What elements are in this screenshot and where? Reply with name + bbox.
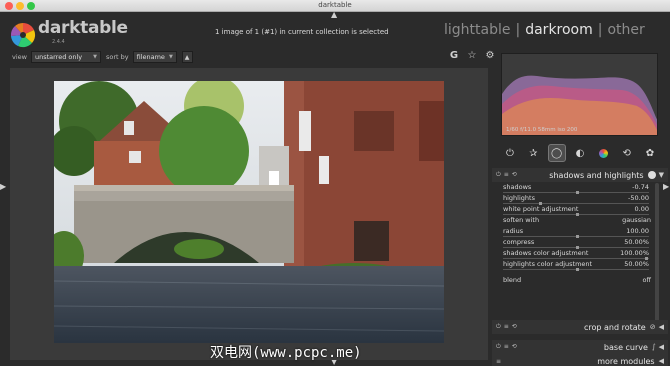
params-scrollbar[interactable] bbox=[655, 183, 659, 333]
param-shadows[interactable]: shadows -0.74 bbox=[501, 183, 651, 194]
curve-icon[interactable]: ∫ bbox=[652, 343, 656, 351]
sort-select[interactable]: filename ▼ bbox=[132, 51, 177, 63]
module-group-tabs: ⏻ ✰ ◯ ◐ ⟲ ✿ bbox=[497, 143, 663, 163]
window-title: darktable bbox=[318, 1, 352, 9]
image-view bbox=[10, 68, 488, 360]
view-other[interactable]: other bbox=[607, 22, 644, 38]
crop-icon[interactable]: ⊘ bbox=[650, 323, 656, 331]
darktable-logo-icon bbox=[10, 22, 36, 48]
more-modules-label: more modules bbox=[597, 356, 655, 366]
arrow-up-icon: ▲ bbox=[184, 53, 190, 61]
param-highlights[interactable]: highlights -50.00 bbox=[501, 194, 651, 205]
sort-value: filename bbox=[136, 53, 165, 61]
blend-mask-icon[interactable] bbox=[647, 171, 656, 179]
param-soften-with[interactable]: soften with gaussian bbox=[501, 216, 651, 227]
module-controls: ⏻ ≡ ⟲ bbox=[496, 343, 517, 351]
top-icons: G ☆ ⚙ bbox=[448, 50, 496, 61]
expand-left-panel-icon[interactable]: ▶ bbox=[0, 182, 6, 191]
view-filter-label: view bbox=[12, 53, 27, 61]
power-icon[interactable]: ⏻ bbox=[496, 171, 501, 179]
watermark-text: 双电网(www.pcpc.me) bbox=[210, 345, 362, 361]
presets-icon[interactable]: ≡ bbox=[504, 323, 509, 331]
edited-photo[interactable] bbox=[54, 81, 444, 343]
sort-direction-button[interactable]: ▲ bbox=[181, 51, 193, 63]
chevron-down-icon: ▼ bbox=[168, 54, 173, 60]
collection-info: 1 image of 1 (#1) in current collection … bbox=[215, 28, 389, 36]
right-panel: 1/60 f/11.0 58mm iso 200 ⏻ ✰ ◯ ◐ ⟲ ✿ ⏻ ≡… bbox=[492, 53, 668, 366]
app-name: darktable bbox=[38, 18, 128, 38]
param-compress[interactable]: compress 50.00% bbox=[501, 238, 651, 249]
chevron-left-icon[interactable]: ◀ bbox=[659, 343, 664, 351]
module-right-controls: ∫ ◀ bbox=[652, 343, 668, 351]
param-blend[interactable]: blend off bbox=[501, 276, 651, 287]
module-right-controls: ▼ bbox=[647, 171, 668, 179]
chevron-down-icon[interactable]: ▼ bbox=[659, 171, 664, 179]
histogram-plot bbox=[502, 75, 657, 135]
chevron-left-icon[interactable]: ◀ bbox=[659, 357, 664, 365]
slider-marker[interactable] bbox=[576, 268, 579, 271]
chevron-down-icon: ▼ bbox=[93, 54, 97, 60]
param-highlights-color[interactable]: highlights color adjustment 50.00% bbox=[501, 260, 651, 271]
sort-label: sort by bbox=[105, 53, 129, 61]
collapse-top-panel-icon[interactable]: ▲ bbox=[331, 10, 337, 19]
module-title: crop and rotate bbox=[584, 322, 646, 332]
view-lighttable[interactable]: lighttable bbox=[444, 22, 511, 38]
exif-info: 1/60 f/11.0 58mm iso 200 bbox=[506, 127, 578, 133]
star-icon[interactable]: ✰ bbox=[524, 144, 542, 162]
correct-icon[interactable]: ⟲ bbox=[618, 144, 636, 162]
view-filter-value: unstarred only bbox=[34, 53, 83, 61]
star-icon[interactable]: ☆ bbox=[466, 50, 478, 61]
power-icon[interactable]: ⏻ bbox=[501, 144, 519, 162]
more-modules-row[interactable]: ≡ more modules ◀ bbox=[492, 354, 668, 366]
module-header-base-curve[interactable]: ⏻ ≡ ⟲ base curve ∫ ◀ bbox=[492, 340, 668, 354]
param-radius[interactable]: radius 100.00 bbox=[501, 227, 651, 238]
module-right-controls: ⊘ ◀ bbox=[650, 323, 668, 331]
module-header-shadows-highlights[interactable]: ⏻ ≡ ⟲ shadows and highlights ▼ bbox=[492, 168, 668, 182]
module-header-crop-rotate[interactable]: ⏻ ≡ ⟲ crop and rotate ⊘ ◀ bbox=[492, 320, 668, 334]
module-controls: ⏻ ≡ ⟲ bbox=[496, 171, 517, 179]
tone-icon[interactable]: ◐ bbox=[571, 144, 589, 162]
color-icon[interactable] bbox=[594, 144, 612, 162]
power-icon[interactable]: ⏻ bbox=[496, 323, 501, 331]
presets-icon[interactable]: ≡ bbox=[504, 343, 509, 351]
app-version: 2.4.4 bbox=[52, 39, 65, 45]
filter-toolbar: view unstarred only ▼ sort by filename ▼… bbox=[12, 50, 193, 64]
module-title: shadows and highlights bbox=[549, 170, 644, 180]
module-params: shadows -0.74 highlights -50.00 white poin… bbox=[501, 183, 651, 287]
view-switcher: lighttable | darkroom | other bbox=[444, 22, 645, 38]
view-separator: | bbox=[515, 22, 521, 38]
param-shadows-color[interactable]: shadows color adjustment 100.00% bbox=[501, 249, 651, 260]
power-icon[interactable]: ⏻ bbox=[496, 343, 501, 351]
effect-icon[interactable]: ✿ bbox=[641, 144, 659, 162]
view-filter-select[interactable]: unstarred only ▼ bbox=[30, 51, 101, 63]
module-controls: ⏻ ≡ ⟲ bbox=[496, 323, 517, 331]
chevron-left-icon[interactable]: ◀ bbox=[659, 323, 664, 331]
grouping-button[interactable]: G bbox=[448, 50, 460, 61]
app-window: darktable 2.4.4 1 image of 1 (#1) in cur… bbox=[0, 10, 670, 366]
view-darkroom[interactable]: darkroom bbox=[525, 22, 593, 38]
module-title: base curve bbox=[603, 342, 648, 352]
presets-icon[interactable]: ≡ bbox=[504, 171, 509, 179]
view-separator: | bbox=[597, 22, 603, 38]
histogram[interactable]: 1/60 f/11.0 58mm iso 200 bbox=[501, 53, 658, 136]
param-white-point[interactable]: white point adjustment 0.00 bbox=[501, 205, 651, 216]
circle-icon[interactable]: ◯ bbox=[547, 144, 566, 162]
